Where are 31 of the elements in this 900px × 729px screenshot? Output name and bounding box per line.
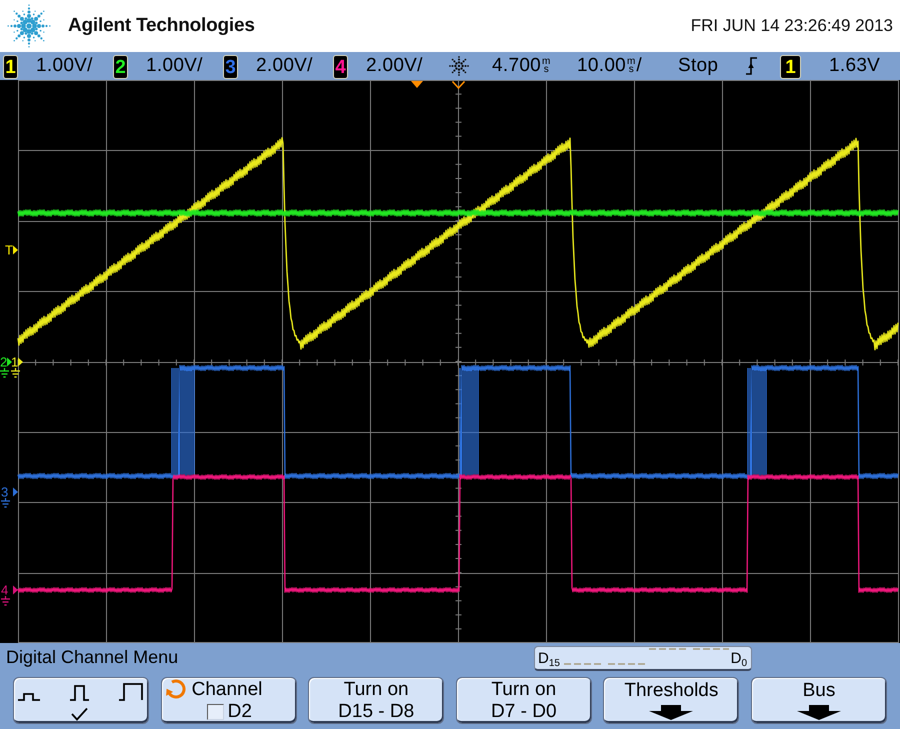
menu-title: Digital Channel Menu	[6, 647, 178, 667]
rotate-arrow-icon	[164, 679, 186, 700]
scale-readout: 1.00V/	[36, 55, 93, 77]
range-label: D$_{0}$	[730, 650, 747, 668]
trigger-level: 1.63V	[829, 55, 880, 77]
pulse-size-button[interactable]	[13, 677, 149, 724]
softkey-button[interactable]: Turn on D15 - D8	[308, 677, 444, 724]
channel-number: 1	[785, 60, 796, 74]
down-arrow-icon	[649, 705, 694, 720]
channel-number: 4	[335, 60, 346, 74]
checkbox[interactable]	[206, 704, 224, 720]
down-chevron-icon	[452, 80, 466, 90]
run-state: Stop	[678, 55, 718, 77]
date-time: FRI JUN 14 23:26:49 2013	[690, 16, 893, 36]
range-label: D$_{15}$	[538, 650, 560, 668]
channel-number: 2	[115, 60, 126, 74]
brand-name: Agilent Technologies	[68, 15, 255, 37]
scale-readout: 2.00V/	[256, 55, 313, 77]
sunburst-logo	[7, 4, 51, 48]
scale-readout: 2.00V/	[366, 55, 423, 77]
channel-number: 1	[5, 60, 16, 74]
submenu-button[interactable]: Bus	[750, 677, 887, 724]
rising-edge-icon	[746, 57, 757, 75]
submenu-button[interactable]: Thresholds	[603, 677, 740, 724]
down-arrow-icon	[796, 705, 841, 720]
down-triangle-icon	[411, 81, 423, 88]
starburst-icon	[449, 56, 469, 76]
channel-button[interactable]: Channel D2	[160, 677, 297, 724]
softkey-button[interactable]: Turn on D7 - D0	[456, 677, 592, 724]
scale-readout: 1.00V/	[146, 55, 203, 77]
channel-number: 3	[225, 60, 236, 74]
